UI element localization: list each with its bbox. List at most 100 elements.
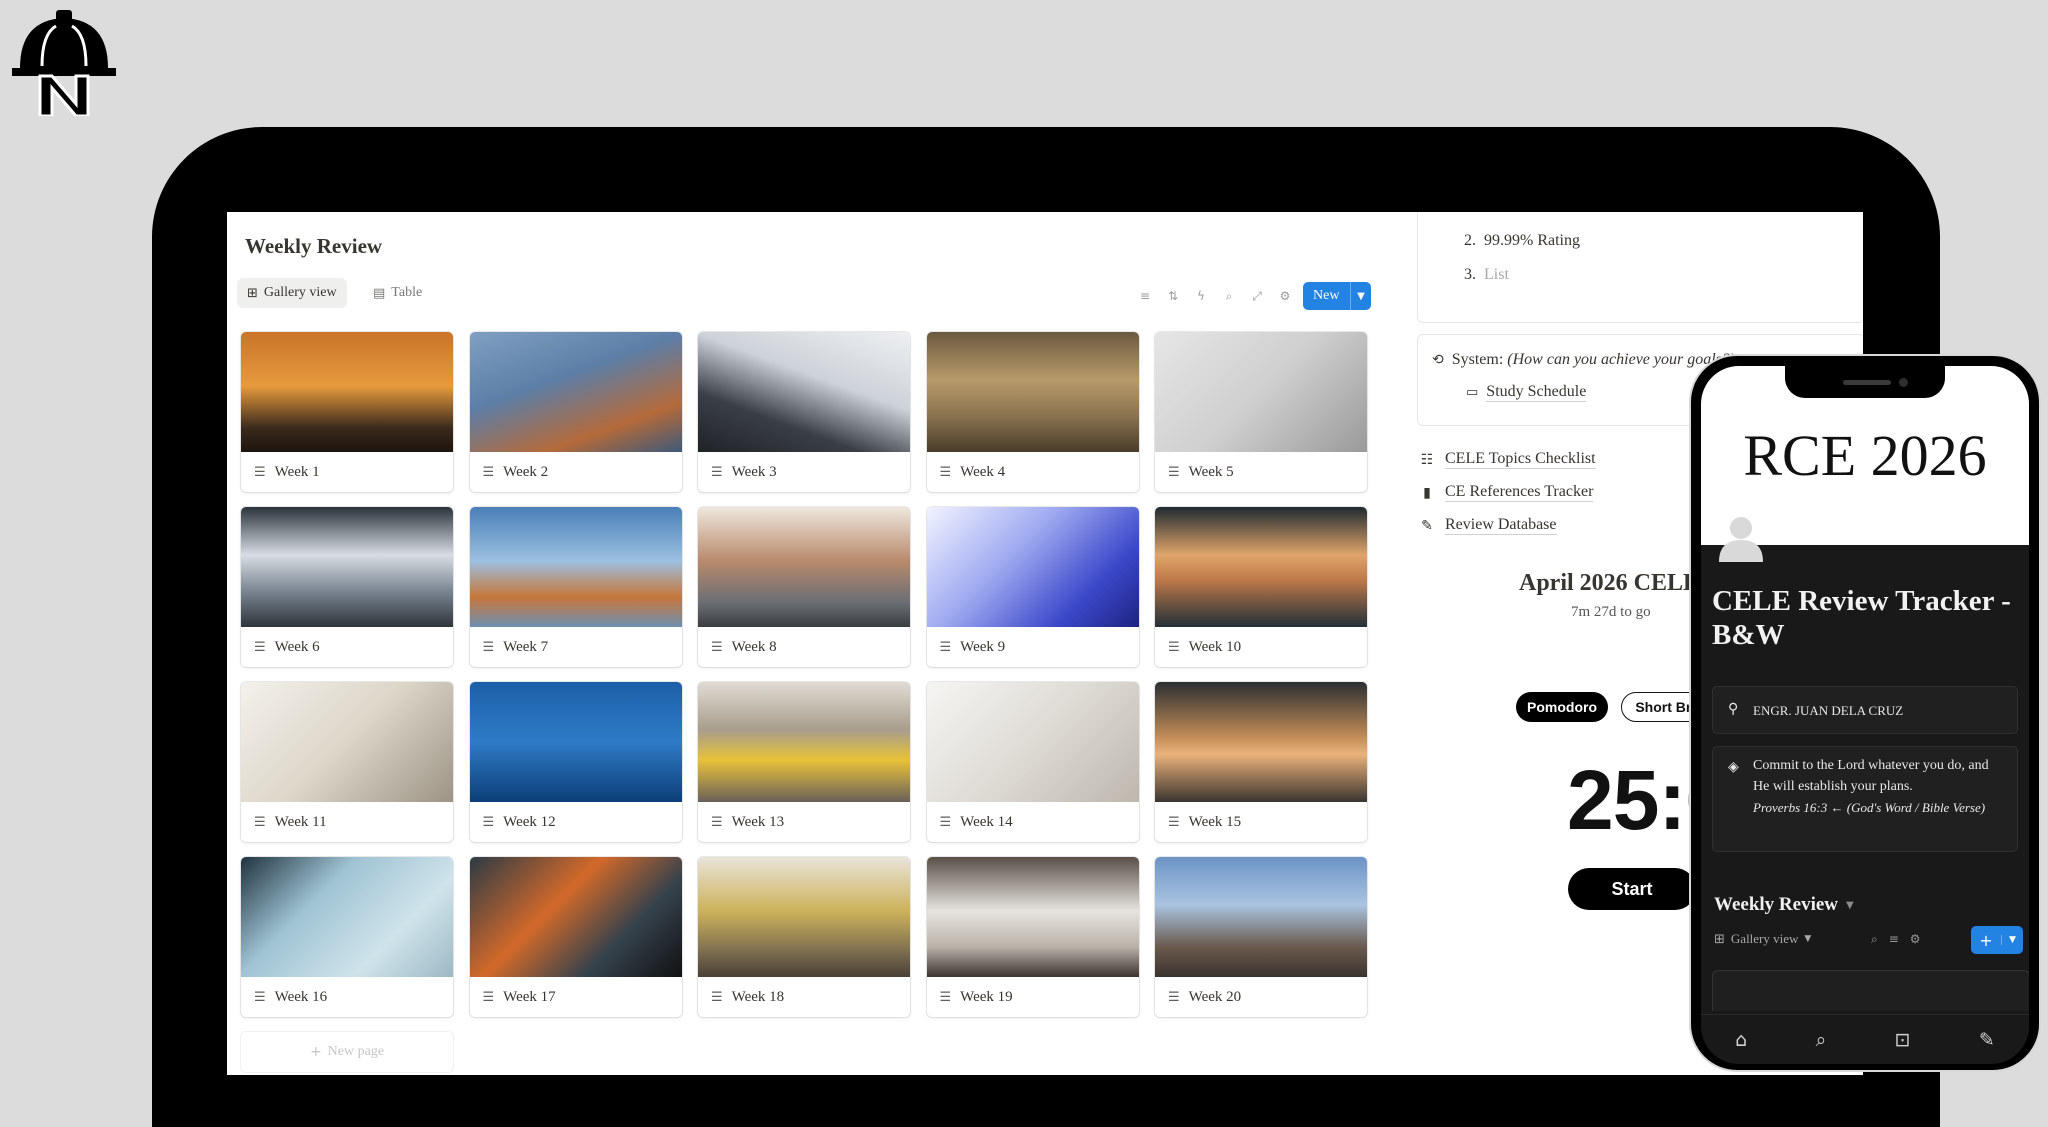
gallery-card[interactable]: ☰ Week 7 xyxy=(469,507,682,667)
goal-item: 2. 99.99% Rating xyxy=(1464,232,1580,250)
sort-icon[interactable]: ⇅ xyxy=(1165,288,1181,304)
system-line: ⟲ System: (How can you achieve your goal… xyxy=(1432,351,1735,369)
filter-icon[interactable]: ≡ xyxy=(1137,288,1153,304)
card-cover-image xyxy=(698,332,910,452)
gallery-card[interactable]: ☰ Week 13 xyxy=(698,682,910,842)
card-cover-image xyxy=(241,332,453,452)
link-ce-references-tracker[interactable]: ▮ CE References Tracker xyxy=(1419,483,1594,502)
link-label: Review Database xyxy=(1445,516,1557,535)
plus-icon: + xyxy=(1979,930,1993,950)
new-button[interactable]: New ▼ xyxy=(1303,282,1371,310)
calendar-icon: ▭ xyxy=(1466,385,1479,400)
expand-icon[interactable]: ⤢ xyxy=(1249,288,1265,304)
card-caption: ☰ Week 10 xyxy=(1155,627,1367,667)
gallery-icon: ⊞ xyxy=(1714,931,1725,947)
mobile-gallery-card[interactable] xyxy=(1712,970,2029,1011)
countdown-title: April 2026 CELE xyxy=(1519,570,1700,596)
gallery-card[interactable]: ☰ Week 14 xyxy=(926,682,1139,842)
study-schedule-link[interactable]: ▭ Study Schedule xyxy=(1466,383,1587,402)
gallery-card[interactable]: ☰ Week 2 xyxy=(469,332,682,492)
card-cover-image xyxy=(1155,507,1367,627)
db-title-label: Weekly Review xyxy=(1714,894,1839,915)
gallery-card[interactable]: ☰ Week 4 xyxy=(926,332,1139,492)
card-cover-image xyxy=(698,682,910,802)
link-review-database[interactable]: ✎ Review Database xyxy=(1419,516,1557,535)
mobile-view-selector[interactable]: ⊞ Gallery view ▼ xyxy=(1714,931,1811,947)
compose-icon[interactable]: ✎ xyxy=(1979,1029,1995,1051)
chevron-down-icon[interactable]: ▼ xyxy=(2001,935,2023,945)
mobile-tab-bar: ⌂ ⌕ ⊡ ✎ xyxy=(1701,1014,2029,1064)
gallery-card[interactable]: ☰ Week 16 xyxy=(241,857,453,1017)
goals-panel: 2. 99.99% Rating 3. List xyxy=(1417,212,1863,323)
filter-icon[interactable]: ≡ xyxy=(1889,932,1899,947)
goal-text: List xyxy=(1484,266,1509,283)
layers-icon: ☰ xyxy=(939,639,952,655)
card-cover-image xyxy=(926,507,1139,627)
gallery-card[interactable]: ☰ Week 5 xyxy=(1155,332,1367,492)
card-title: Week 3 xyxy=(731,463,777,480)
gallery-card[interactable]: ☰ Week 20 xyxy=(1155,857,1367,1017)
gallery-card[interactable]: ☰ Week 17 xyxy=(469,857,682,1017)
main-content: Weekly Review ⊞ Gallery view ▤ Table ≡ ⇅… xyxy=(227,212,1377,1075)
mobile-new-button[interactable]: + ▼ xyxy=(1971,926,2023,954)
gallery-card[interactable]: ☰ Week 1 xyxy=(241,332,453,492)
card-caption: ☰ Week 15 xyxy=(1155,802,1367,842)
gallery-card[interactable]: ☰ Week 12 xyxy=(469,682,682,842)
notion-screen: Weekly Review ⊞ Gallery view ▤ Table ≡ ⇅… xyxy=(227,212,1863,1075)
start-button[interactable]: Start xyxy=(1568,868,1696,910)
hardhat-logo xyxy=(12,10,116,116)
mobile-db-title[interactable]: Weekly Review ▼ xyxy=(1714,894,1854,916)
card-title: Week 7 xyxy=(503,638,549,655)
gallery-card[interactable]: ☰ Week 6 xyxy=(241,507,453,667)
card-title: Week 12 xyxy=(503,813,556,830)
gallery-card[interactable]: ☰ Week 15 xyxy=(1155,682,1367,842)
link-label: CE References Tracker xyxy=(1445,483,1594,502)
verse-text: Commit to the Lord whatever you do, and … xyxy=(1753,758,1989,794)
settings-icon[interactable]: ⚙ xyxy=(1910,932,1921,947)
gallery-card[interactable]: ☰ Week 3 xyxy=(698,332,910,492)
automation-icon[interactable]: ϟ xyxy=(1193,288,1209,304)
gallery-card[interactable]: ☰ Week 10 xyxy=(1155,507,1367,667)
gallery-card[interactable]: ☰ Week 19 xyxy=(926,857,1139,1017)
gallery-card[interactable]: ☰ Week 11 xyxy=(241,682,453,842)
card-caption: ☰ Week 6 xyxy=(241,627,453,667)
search-icon[interactable]: ⌕ xyxy=(1221,288,1237,304)
chevron-down-icon[interactable]: ▼ xyxy=(1350,282,1371,310)
pin-icon: ⚲ xyxy=(1728,701,1739,717)
goal-item: 3. List xyxy=(1464,266,1509,284)
card-cover-image xyxy=(698,507,910,627)
verse-callout: ◈ Commit to the Lord whatever you do, an… xyxy=(1712,746,2018,852)
tab-gallery-view[interactable]: ⊞ Gallery view xyxy=(237,278,347,308)
cover-title: RCE 2026 xyxy=(1743,423,1987,488)
new-page-button[interactable]: + New page xyxy=(241,1032,453,1072)
inbox-icon[interactable]: ⊡ xyxy=(1895,1029,1911,1051)
tab-table-view[interactable]: ▤ Table xyxy=(363,278,432,308)
layers-icon: ☰ xyxy=(482,464,495,480)
card-title: Week 19 xyxy=(960,988,1013,1005)
plus-icon: + xyxy=(309,1044,322,1060)
gallery-card[interactable]: ☰ Week 18 xyxy=(698,857,910,1017)
search-icon[interactable]: ⌕ xyxy=(1871,932,1878,947)
card-caption: ☰ Week 7 xyxy=(470,627,682,667)
layers-icon: ☰ xyxy=(939,814,952,830)
card-cover-image xyxy=(926,682,1139,802)
card-cover-image xyxy=(469,682,682,802)
home-icon[interactable]: ⌂ xyxy=(1735,1029,1747,1051)
phone-frame: RCE 2026 CELE Review Tracker - B&W ⚲ ENG… xyxy=(1689,354,2041,1072)
layers-icon: ☰ xyxy=(939,464,952,480)
sync-icon: ⟲ xyxy=(1432,352,1444,368)
tab-pomodoro[interactable]: Pomodoro xyxy=(1516,692,1608,722)
link-cele-topics-checklist[interactable]: ☷ CELE Topics Checklist xyxy=(1419,450,1596,469)
search-icon[interactable]: ⌕ xyxy=(1816,1029,1827,1051)
layers-icon: ☰ xyxy=(711,989,723,1005)
card-cover-image xyxy=(241,507,453,627)
card-cover-image xyxy=(469,332,682,452)
settings-icon[interactable]: ⚙ xyxy=(1277,288,1293,304)
gallery-card[interactable]: ☰ Week 8 xyxy=(698,507,910,667)
card-title: Week 20 xyxy=(1188,988,1242,1005)
name-callout: ⚲ ENGR. JUAN DELA CRUZ xyxy=(1712,686,2018,734)
gallery-card[interactable]: ☰ Week 9 xyxy=(926,507,1139,667)
card-cover-image xyxy=(469,857,682,977)
layers-icon: ☰ xyxy=(254,639,266,655)
book-icon: ▮ xyxy=(1423,484,1431,501)
